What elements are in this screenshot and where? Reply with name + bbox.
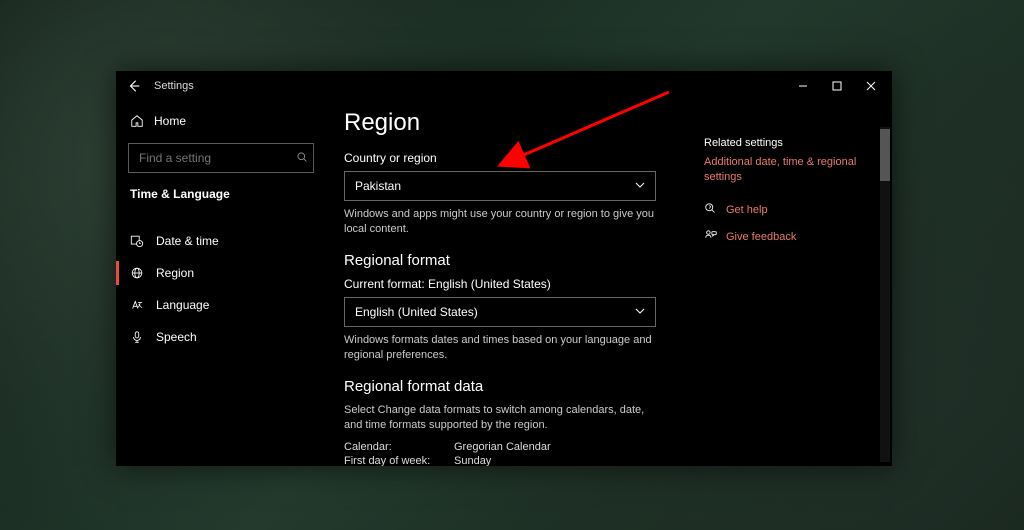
- back-arrow-icon: [127, 79, 141, 93]
- window-controls: [786, 72, 888, 100]
- search-icon: [296, 151, 308, 166]
- back-button[interactable]: [120, 72, 148, 100]
- regional-data-help: Select Change data formats to switch amo…: [344, 403, 654, 434]
- country-value: Pakistan: [355, 179, 401, 193]
- data-key: Calendar:: [344, 441, 454, 453]
- maximize-button[interactable]: [820, 72, 854, 100]
- microphone-icon: [130, 330, 144, 344]
- country-help-text: Windows and apps might use your country …: [344, 207, 654, 238]
- help-icon: [704, 202, 718, 219]
- regional-data-heading: Regional format data: [344, 378, 686, 395]
- related-panel: Related settings Additional date, time &…: [704, 101, 892, 466]
- country-dropdown[interactable]: Pakistan: [344, 171, 656, 201]
- titlebar: Settings: [116, 71, 892, 101]
- vertical-scrollbar[interactable]: [880, 127, 890, 462]
- main-content: Region Country or region Pakistan Window…: [326, 101, 704, 466]
- data-row: First day of week: Sunday: [344, 455, 686, 466]
- sidebar-section-label: Time & Language: [116, 183, 326, 211]
- settings-window: Settings Home: [116, 71, 892, 466]
- search-input-wrapper[interactable]: [128, 143, 314, 173]
- give-feedback-link[interactable]: Give feedback: [704, 229, 884, 246]
- format-dropdown[interactable]: English (United States): [344, 297, 656, 327]
- regional-format-heading: Regional format: [344, 252, 686, 269]
- feedback-icon: [704, 229, 718, 246]
- home-label: Home: [154, 114, 186, 128]
- current-format-label: Current format: English (United States): [344, 277, 686, 291]
- page-title: Region: [344, 109, 686, 137]
- calendar-clock-icon: [130, 234, 144, 248]
- scrollbar-thumb[interactable]: [880, 129, 890, 181]
- country-label: Country or region: [344, 151, 686, 165]
- sidebar: Home Time & Language Date & time: [116, 101, 326, 466]
- give-feedback-label: Give feedback: [726, 231, 796, 243]
- get-help-link[interactable]: Get help: [704, 202, 884, 219]
- data-key: First day of week:: [344, 455, 454, 466]
- format-value: English (United States): [355, 305, 478, 319]
- desktop-background: Settings Home: [0, 0, 1024, 530]
- sidebar-item-label: Speech: [156, 330, 197, 344]
- format-help-text: Windows formats dates and times based on…: [344, 333, 654, 364]
- chevron-down-icon: [635, 179, 645, 193]
- sidebar-item-date-time[interactable]: Date & time: [116, 225, 326, 257]
- language-icon: [130, 298, 144, 312]
- related-link-additional[interactable]: Additional date, time & regional setting…: [704, 155, 884, 186]
- related-heading: Related settings: [704, 137, 884, 149]
- chevron-down-icon: [635, 305, 645, 319]
- sidebar-item-speech[interactable]: Speech: [116, 321, 326, 353]
- sidebar-item-label: Language: [156, 298, 209, 312]
- close-button[interactable]: [854, 72, 888, 100]
- window-body: Home Time & Language Date & time: [116, 101, 892, 466]
- home-icon: [130, 114, 144, 128]
- sidebar-nav-list: Date & time Region Language: [116, 225, 326, 353]
- window-title: Settings: [154, 80, 194, 92]
- sidebar-item-language[interactable]: Language: [116, 289, 326, 321]
- sidebar-item-label: Date & time: [156, 234, 219, 248]
- data-value: Sunday: [454, 455, 491, 466]
- sidebar-item-region[interactable]: Region: [116, 257, 326, 289]
- get-help-label: Get help: [726, 204, 768, 216]
- home-nav[interactable]: Home: [116, 105, 326, 137]
- globe-icon: [130, 266, 144, 280]
- minimize-button[interactable]: [786, 72, 820, 100]
- sidebar-item-label: Region: [156, 266, 194, 280]
- search-input[interactable]: [137, 150, 296, 166]
- data-value: Gregorian Calendar: [454, 441, 551, 453]
- data-row: Calendar: Gregorian Calendar: [344, 441, 686, 453]
